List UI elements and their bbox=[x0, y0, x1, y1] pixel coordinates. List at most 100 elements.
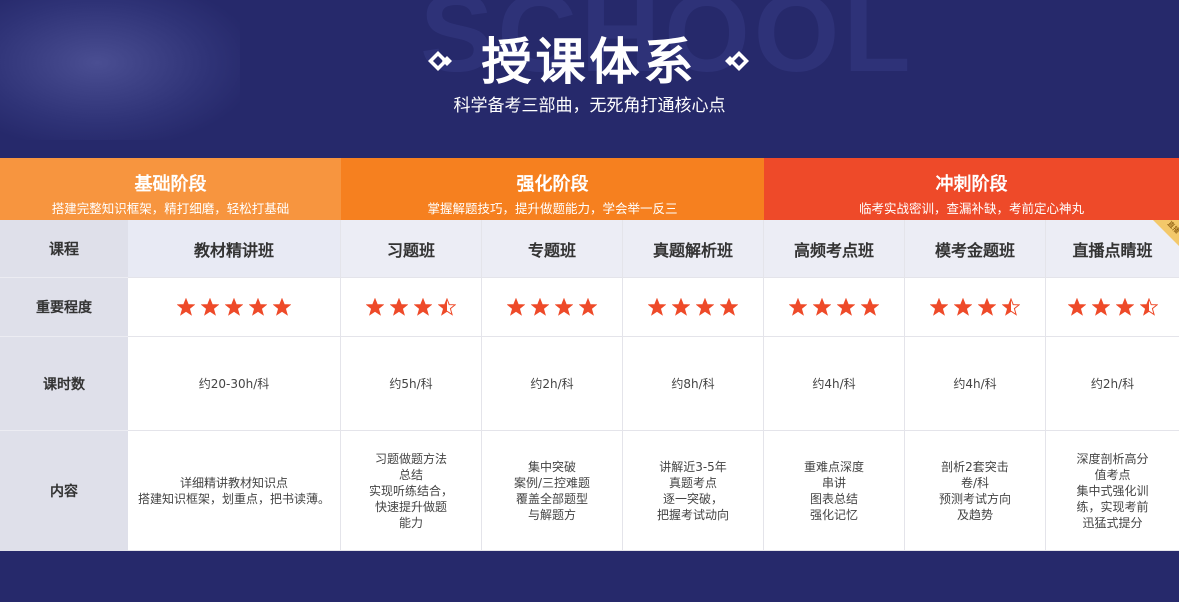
star-icon bbox=[555, 298, 573, 316]
star-icon bbox=[696, 298, 714, 316]
content-line: 覆盖全部题型 bbox=[515, 491, 588, 506]
star-rating bbox=[789, 298, 879, 316]
star-icon bbox=[789, 298, 807, 316]
content-line: 深度剖析高分 bbox=[1076, 451, 1149, 466]
star-icon bbox=[1067, 298, 1086, 316]
hours-cell: 约5h/科 bbox=[341, 337, 482, 431]
content-cell: 重难点深度 串讲 图表总结 强化记忆 bbox=[764, 431, 905, 551]
content-line: 能力 bbox=[398, 515, 423, 530]
importance-cell bbox=[128, 278, 341, 337]
star-icon bbox=[366, 298, 384, 316]
row-label-content: 内容 bbox=[0, 431, 128, 551]
content-cell: 深度剖析高分 值考点 集中式强化训 练，实现考前 迅猛式提分 bbox=[1046, 431, 1179, 551]
hours-cell: 约4h/科 bbox=[764, 337, 905, 431]
content-line: 把握考试动向 bbox=[656, 507, 729, 522]
star-icon bbox=[1091, 298, 1110, 316]
half-star-icon bbox=[1002, 298, 1020, 316]
content-line: 及趋势 bbox=[956, 507, 993, 522]
content-line: 案例/三控难题 bbox=[513, 475, 591, 490]
content-line: 详细精讲教材知识点 bbox=[179, 475, 288, 490]
content-line: 快速提升做题 bbox=[374, 499, 447, 514]
stage-desc: 掌握解题技巧，提升做题能力，学会举一反三 bbox=[427, 201, 678, 216]
star-rating bbox=[366, 298, 456, 316]
content-line: 与解题方 bbox=[527, 507, 576, 522]
star-icon bbox=[837, 298, 855, 316]
star-icon bbox=[672, 298, 690, 316]
content-line: 逐一突破， bbox=[662, 491, 723, 506]
stage-basic: 基础阶段 搭建完整知识框架，精打细磨，轻松打基础 bbox=[0, 158, 341, 220]
course-name: 专题班 bbox=[482, 220, 623, 278]
course-name: 习题班 bbox=[341, 220, 482, 278]
half-star-icon bbox=[1139, 298, 1158, 316]
content-cell: 剖析2套突击 卷/科 预测考试方向 及趋势 bbox=[905, 431, 1046, 551]
stage-name: 冲刺阶段 bbox=[935, 174, 1008, 195]
star-icon bbox=[414, 298, 432, 316]
content-line: 图表总结 bbox=[809, 491, 858, 506]
star-icon bbox=[930, 298, 948, 316]
content-cell: 详细精讲教材知识点 搭建知识框架，划重点，把书读薄。 bbox=[128, 431, 341, 551]
star-rating bbox=[177, 298, 291, 316]
star-icon bbox=[507, 298, 525, 316]
content-line: 重难点深度 bbox=[803, 459, 864, 474]
content-line: 总结 bbox=[398, 467, 423, 482]
hours-cell: 约20-30h/科 bbox=[128, 337, 341, 431]
content-line: 真题考点 bbox=[668, 475, 717, 490]
stage-desc: 临考实战密训，查漏补缺，考前定心神丸 bbox=[858, 201, 1084, 216]
star-icon bbox=[1115, 298, 1134, 316]
course-name: 高频考点班 bbox=[764, 220, 905, 278]
course-table: 课程 重要程度 课时数 内容 教材精讲班 约20-30h/科 详细精讲教材知识点… bbox=[0, 220, 1179, 551]
importance-cell bbox=[905, 278, 1046, 337]
star-icon bbox=[813, 298, 831, 316]
content-line: 值考点 bbox=[1094, 467, 1131, 482]
diamond-right-icon bbox=[725, 51, 749, 71]
content-line: 预测考试方向 bbox=[938, 491, 1011, 506]
content-line: 练，实现考前 bbox=[1076, 499, 1149, 514]
stage-desc: 搭建完整知识框架，精打细磨，轻松打基础 bbox=[51, 201, 290, 216]
content-cell: 讲解近3-5年 真题考点 逐一突破， 把握考试动向 bbox=[623, 431, 764, 551]
content-line: 剖析2套突击 bbox=[941, 459, 1009, 474]
row-label-importance: 重要程度 bbox=[0, 278, 128, 337]
star-rating bbox=[930, 298, 1020, 316]
row-label-course: 课程 bbox=[0, 220, 128, 278]
course-name: 教材精讲班 bbox=[128, 220, 341, 278]
hours-cell: 约2h/科 bbox=[1046, 337, 1179, 431]
stage-sprint: 冲刺阶段 临考实战密训，查漏补缺，考前定心神丸 bbox=[764, 158, 1179, 220]
star-icon bbox=[225, 298, 243, 316]
importance-cell bbox=[623, 278, 764, 337]
star-icon bbox=[249, 298, 267, 316]
hero-banner: SCHOOL 授课体系 科学备考三部曲，无死角打通核心点 bbox=[0, 0, 1179, 158]
stage-name: 强化阶段 bbox=[516, 174, 589, 195]
star-rating bbox=[507, 298, 597, 316]
star-rating bbox=[648, 298, 738, 316]
content-line: 讲解近3-5年 bbox=[659, 459, 727, 474]
stage-name: 基础阶段 bbox=[134, 174, 207, 195]
star-icon bbox=[978, 298, 996, 316]
star-icon bbox=[201, 298, 219, 316]
content-line: 集中式强化训 bbox=[1076, 483, 1149, 498]
content-line: 习题做题方法 bbox=[374, 451, 447, 466]
row-label-hours: 课时数 bbox=[0, 337, 128, 431]
stage-strengthen: 强化阶段 掌握解题技巧，提升做题能力，学会举一反三 bbox=[341, 158, 764, 220]
importance-cell bbox=[764, 278, 905, 337]
star-icon bbox=[648, 298, 666, 316]
content-cell: 习题做题方法 总结 实现听练结合， 快速提升做题 能力 bbox=[341, 431, 482, 551]
content-line: 搭建知识框架，划重点，把书读薄。 bbox=[137, 491, 330, 506]
page-title: 授课体系 bbox=[481, 33, 698, 91]
content-line: 卷/科 bbox=[960, 475, 990, 490]
star-icon bbox=[720, 298, 738, 316]
live-corner-badge: 直播 bbox=[1153, 220, 1179, 246]
star-icon bbox=[861, 298, 879, 316]
course-name: 真题解析班 bbox=[623, 220, 764, 278]
content-cell: 集中突破 案例/三控难题 覆盖全部题型 与解题方 bbox=[482, 431, 623, 551]
hours-cell: 约4h/科 bbox=[905, 337, 1046, 431]
star-icon bbox=[531, 298, 549, 316]
star-rating bbox=[1067, 298, 1158, 316]
hours-cell: 约2h/科 bbox=[482, 337, 623, 431]
importance-cell bbox=[482, 278, 623, 337]
importance-cell bbox=[341, 278, 482, 337]
content-line: 串讲 bbox=[821, 475, 846, 490]
hours-cell: 约8h/科 bbox=[623, 337, 764, 431]
half-star-icon bbox=[438, 298, 456, 316]
star-icon bbox=[273, 298, 291, 316]
page-subtitle: 科学备考三部曲，无死角打通核心点 bbox=[453, 96, 726, 116]
